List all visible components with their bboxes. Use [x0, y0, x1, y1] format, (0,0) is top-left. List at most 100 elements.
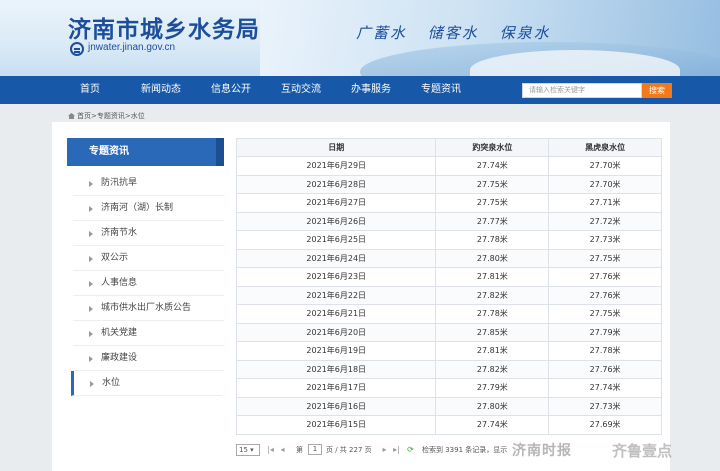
pagination: 15 ▾ |◂ ◂ 第 1 页 / 共 227 页 ▸ ▸| ⟳ 检索到 339…: [236, 441, 662, 459]
bullet-icon: [89, 256, 93, 262]
site-title[interactable]: 济南市城乡水务局: [68, 10, 260, 44]
last-page-icon[interactable]: ▸|: [392, 445, 401, 454]
cell-date: 2021年6月25日: [235, 230, 437, 250]
cell-date: 2021年6月26日: [235, 211, 437, 231]
cell-baotu-level: 27.74米: [435, 156, 550, 176]
sidebar-item-label: 水位: [102, 378, 121, 388]
cell-baotu-level: 27.82米: [435, 285, 550, 305]
cell-heihu-level: 27.79米: [548, 322, 662, 342]
col-heihu-spring: 黑虎泉水位: [548, 138, 662, 157]
watermark-right: 齐鲁壹点: [612, 442, 673, 460]
table-row: 2021年6月15日 27.74米 27.69米: [235, 415, 662, 435]
home-icon: [68, 113, 75, 119]
table-row: 2021年6月29日 27.74米 27.70米: [235, 156, 662, 176]
cell-baotu-level: 27.81米: [435, 267, 550, 287]
table-body: 2021年6月29日 27.74米 27.70米 2021年6月28日 27.75米 27…: [235, 156, 662, 435]
cell-date: 2021年6月22日: [235, 285, 437, 305]
page-size-select[interactable]: 15 ▾: [236, 444, 260, 456]
sidebar-item-label: 济南节水: [101, 228, 138, 238]
nav-home[interactable]: 首页: [80, 76, 100, 104]
search-button[interactable]: 搜索: [642, 83, 672, 98]
page-prefix: 第: [296, 446, 303, 454]
cell-heihu-level: 27.75米: [548, 304, 662, 324]
cell-baotu-level: 27.75米: [435, 174, 550, 194]
table-row: 2021年6月25日 27.78米 27.73米: [235, 230, 662, 250]
table-row: 2021年6月17日 27.79米 27.74米: [235, 378, 662, 398]
site-header: 济南市城乡水务局 jnwater.jinan.gov.cn 广蓄水 储客水 保泉…: [0, 0, 720, 76]
sidebar-item-water-level[interactable]: 水位: [71, 371, 222, 396]
cell-heihu-level: 27.76米: [548, 267, 662, 287]
cell-baotu-level: 27.85米: [435, 322, 550, 342]
sidebar-item-label: 城市供水出厂水质公告: [101, 303, 192, 313]
cell-date: 2021年6月21日: [235, 304, 437, 324]
cell-date: 2021年6月17日: [235, 378, 437, 398]
table-row: 2021年6月27日 27.75米 27.71米: [235, 193, 662, 213]
cell-baotu-level: 27.78米: [435, 304, 550, 324]
sidebar-item-label: 济南河（湖）长制: [101, 203, 174, 213]
watermark-left: 济南时报: [512, 443, 572, 459]
table-row: 2021年6月21日 27.78米 27.75米: [235, 304, 662, 324]
cell-heihu-level: 27.75米: [548, 248, 662, 268]
bullet-icon: [89, 356, 93, 362]
cell-date: 2021年6月20日: [235, 322, 437, 342]
cell-heihu-level: 27.70米: [548, 174, 662, 194]
page-number-input[interactable]: 1: [308, 444, 322, 455]
cell-date: 2021年6月27日: [235, 193, 437, 213]
nav-services[interactable]: 办事服务: [351, 76, 391, 104]
cell-baotu-level: 27.82米: [435, 359, 550, 379]
page-size-value: 15: [239, 446, 248, 454]
bullet-icon: [89, 281, 93, 287]
cell-heihu-level: 27.71米: [548, 193, 662, 213]
sidebar-item-integrity[interactable]: 廉政建设: [73, 346, 224, 371]
cell-heihu-level: 27.78米: [548, 341, 662, 361]
next-page-icon[interactable]: ▸: [380, 445, 389, 454]
first-page-icon[interactable]: |◂: [266, 445, 275, 454]
sidebar-item-water-saving[interactable]: 济南节水: [73, 221, 224, 246]
cell-baotu-level: 27.74米: [435, 415, 550, 435]
sidebar-item-label: 人事信息: [101, 278, 138, 288]
cell-baotu-level: 27.81米: [435, 341, 550, 361]
cell-baotu-level: 27.80米: [435, 248, 550, 268]
col-baotu-spring: 趵突泉水位: [435, 138, 550, 157]
table-row: 2021年6月20日 27.85米 27.79米: [235, 322, 662, 342]
cell-baotu-level: 27.79米: [435, 378, 550, 398]
table-header-row: 日期 趵突泉水位 黑虎泉水位: [235, 138, 662, 157]
nav-news[interactable]: 新闻动态: [141, 76, 181, 104]
sidebar-item-river-chief[interactable]: 济南河（湖）长制: [73, 196, 224, 221]
logo-icon: [70, 42, 84, 56]
nav-topics[interactable]: 专题资讯: [421, 76, 461, 104]
refresh-icon[interactable]: ⟳: [406, 445, 415, 454]
search-input[interactable]: 请输入检索关键字: [522, 83, 642, 98]
cell-baotu-level: 27.80米: [435, 396, 550, 416]
sidebar-item-personnel[interactable]: 人事信息: [73, 271, 224, 296]
table-row: 2021年6月23日 27.81米 27.76米: [235, 267, 662, 287]
sidebar-item-flood-control[interactable]: 防汛抗旱: [73, 171, 224, 196]
sidebar: 专题资讯 防汛抗旱 济南河（湖）长制 济南节水 双公示 人事信息 城市供水出厂水…: [67, 138, 224, 400]
slogan: 广蓄水 储客水 保泉水: [356, 22, 565, 43]
table-row: 2021年6月22日 27.82米 27.76米: [235, 285, 662, 305]
nav-info-public[interactable]: 信息公开: [211, 76, 251, 104]
sidebar-item-label: 双公示: [101, 253, 129, 263]
sidebar-item-water-quality[interactable]: 城市供水出厂水质公告: [73, 296, 224, 321]
slogan-2: 储客水: [427, 24, 479, 42]
sidebar-item-party-building[interactable]: 机关党建: [73, 321, 224, 346]
prev-page-icon[interactable]: ◂: [278, 445, 287, 454]
bullet-icon: [89, 331, 93, 337]
cell-heihu-level: 27.73米: [548, 230, 662, 250]
cell-baotu-level: 27.75米: [435, 193, 550, 213]
col-date: 日期: [235, 138, 437, 157]
bullet-icon: [89, 231, 93, 237]
bullet-icon: [89, 306, 93, 312]
slogan-3: 保泉水: [499, 24, 551, 42]
sidebar-item-double-publicity[interactable]: 双公示: [73, 246, 224, 271]
cell-date: 2021年6月29日: [235, 156, 437, 176]
breadcrumb-text[interactable]: 首页>专题资讯>水位: [77, 112, 145, 120]
nav-interaction[interactable]: 互动交流: [281, 76, 321, 104]
table-row: 2021年6月26日 27.77米 27.72米: [235, 211, 662, 231]
cell-heihu-level: 27.76米: [548, 285, 662, 305]
bullet-icon: [89, 181, 93, 187]
bullet-icon: [90, 381, 94, 387]
cell-heihu-level: 27.74米: [548, 378, 662, 398]
main-nav: 首页 新闻动态 信息公开 互动交流 办事服务 专题资讯 请输入检索关键字 搜索: [0, 76, 720, 104]
breadcrumb: 首页>专题资讯>水位: [68, 111, 145, 121]
